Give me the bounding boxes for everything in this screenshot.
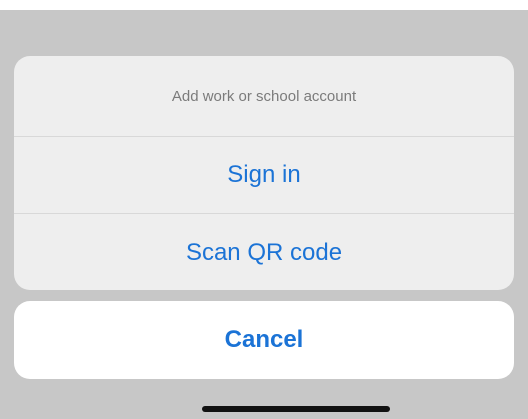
sheet-title: Add work or school account [14, 56, 514, 137]
scan-qr-code-button[interactable]: Scan QR code [14, 214, 514, 290]
sign-in-button[interactable]: Sign in [14, 137, 514, 214]
action-sheet: Add work or school account Sign in Scan … [14, 56, 514, 290]
cancel-button[interactable]: Cancel [14, 301, 514, 379]
home-indicator [202, 406, 390, 412]
top-strip [0, 0, 528, 10]
